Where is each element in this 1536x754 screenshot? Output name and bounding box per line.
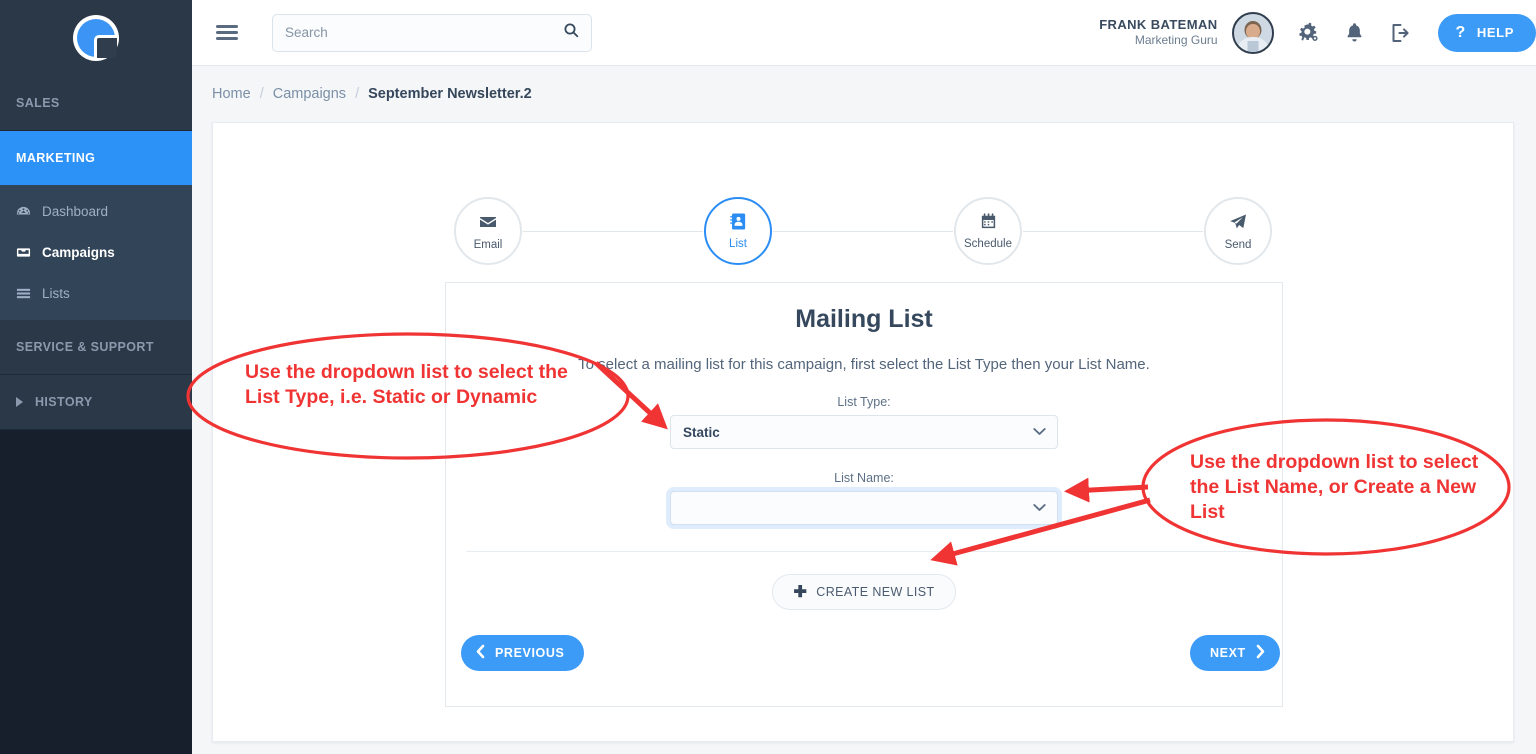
paper-plane-icon bbox=[1228, 212, 1248, 237]
list-name-select[interactable] bbox=[670, 491, 1058, 525]
wizard-stepper: Email List Schedule Send bbox=[213, 197, 1513, 265]
wizard-step-send-label: Send bbox=[1224, 238, 1252, 251]
hamburger-icon[interactable] bbox=[216, 22, 238, 44]
calendar-icon bbox=[979, 212, 998, 236]
wizard-step-send[interactable]: Send bbox=[1203, 197, 1273, 265]
sidebar-section-marketing[interactable]: MARKETING bbox=[0, 131, 192, 185]
sidebar-item-dashboard-label: Dashboard bbox=[42, 204, 109, 219]
sidebar-item-campaigns-label: Campaigns bbox=[42, 245, 115, 260]
sidebar-section-history[interactable]: HISTORY bbox=[0, 375, 192, 430]
list-name-field: List Name: bbox=[446, 471, 1282, 525]
user-role: Marketing Guru bbox=[1134, 33, 1218, 48]
wizard-connector bbox=[523, 231, 703, 232]
help-button-label: HELP bbox=[1476, 25, 1514, 40]
previous-button[interactable]: PREVIOUS bbox=[461, 635, 585, 671]
brand-logo[interactable] bbox=[0, 0, 192, 76]
sidebar-item-campaigns[interactable]: Campaigns bbox=[0, 232, 192, 273]
sidebar-section-service-support-label: SERVICE & SUPPORT bbox=[16, 340, 154, 354]
sidebar-section-history-label: HISTORY bbox=[35, 395, 93, 409]
next-button-label: NEXT bbox=[1210, 646, 1246, 660]
avatar[interactable] bbox=[1231, 11, 1274, 54]
question-mark-icon: ? bbox=[1455, 23, 1466, 41]
wizard-connector bbox=[773, 231, 953, 232]
create-new-list-label: CREATE NEW LIST bbox=[816, 585, 935, 599]
sidebar-section-sales-label: SALES bbox=[16, 96, 60, 110]
wizard-step-email[interactable]: Email bbox=[453, 197, 523, 265]
page-title: Mailing List bbox=[795, 305, 933, 333]
user-meta[interactable]: FRANK BATEMAN Marketing Guru bbox=[1099, 17, 1217, 48]
chevron-down-icon bbox=[1033, 425, 1046, 439]
wizard-step-list-label: List bbox=[729, 238, 747, 250]
create-new-list-button[interactable]: ✚ CREATE NEW LIST bbox=[772, 574, 956, 610]
sidebar-section-service-support[interactable]: SERVICE & SUPPORT bbox=[0, 320, 192, 375]
list-type-value: Static bbox=[683, 424, 720, 440]
chevron-right-icon bbox=[1255, 644, 1266, 662]
brand-logo-icon bbox=[73, 15, 119, 61]
breadcrumb-item-campaigns[interactable]: Campaigns bbox=[273, 86, 346, 102]
wizard-connector bbox=[1023, 231, 1203, 232]
settings-gears-icon[interactable] bbox=[1296, 20, 1321, 45]
search-input[interactable] bbox=[285, 25, 563, 40]
list-icon bbox=[16, 286, 42, 301]
envelope-icon bbox=[478, 212, 498, 237]
annotation-label-1: Use the dropdown list to select the List… bbox=[245, 361, 568, 408]
breadcrumb-separator: / bbox=[355, 86, 360, 102]
dashboard-icon bbox=[16, 204, 42, 219]
breadcrumb-separator: / bbox=[259, 86, 264, 102]
sidebar-section-marketing-label: MARKETING bbox=[16, 151, 96, 165]
sidebar-item-lists-label: Lists bbox=[42, 286, 70, 301]
search-box[interactable] bbox=[272, 13, 592, 52]
wizard-step-schedule-label: Schedule bbox=[964, 238, 1012, 250]
contact-card-icon bbox=[729, 212, 748, 236]
wizard-step-email-label: Email bbox=[473, 238, 503, 251]
panel-divider bbox=[466, 551, 1262, 552]
sidebar-section-sales[interactable]: SALES bbox=[0, 76, 192, 131]
search-icon[interactable] bbox=[563, 22, 579, 43]
wizard-step-schedule[interactable]: Schedule bbox=[953, 197, 1023, 265]
breadcrumb-item-home[interactable]: Home bbox=[212, 86, 251, 102]
sidebar-item-dashboard[interactable]: Dashboard bbox=[0, 191, 192, 232]
breadcrumb-item-current: September Newsletter.2 bbox=[368, 86, 532, 102]
list-type-select[interactable]: Static bbox=[670, 415, 1058, 449]
breadcrumb: Home / Campaigns / September Newsletter.… bbox=[192, 66, 1536, 122]
previous-button-label: PREVIOUS bbox=[495, 646, 565, 660]
list-name-label: List Name: bbox=[834, 471, 894, 485]
annotation-label-2: Use the dropdown list to select the List… bbox=[1190, 451, 1479, 523]
inbox-icon bbox=[16, 245, 42, 260]
wizard-step-list[interactable]: List bbox=[703, 197, 773, 265]
user-name: FRANK BATEMAN bbox=[1099, 16, 1218, 32]
plus-icon: ✚ bbox=[793, 584, 808, 601]
sidebar: SALES MARKETING Dashboard Campaigns List… bbox=[0, 0, 192, 754]
help-button[interactable]: ? HELP bbox=[1437, 13, 1536, 52]
sidebar-item-lists[interactable]: Lists bbox=[0, 273, 192, 314]
chevron-down-icon bbox=[1033, 501, 1046, 515]
topbar-right: FRANK BATEMAN Marketing Guru ? HELP bbox=[1099, 0, 1536, 65]
create-new-list-wrap: ✚ CREATE NEW LIST bbox=[446, 574, 1282, 610]
sidebar-marketing-submenu: Dashboard Campaigns Lists bbox=[0, 185, 192, 320]
campaign-card: Email List Schedule Send Mailing List To… bbox=[212, 122, 1514, 742]
logout-icon[interactable] bbox=[1388, 21, 1412, 45]
next-button[interactable]: NEXT bbox=[1190, 635, 1280, 671]
topbar: FRANK BATEMAN Marketing Guru bbox=[192, 0, 1536, 66]
caret-right-icon bbox=[16, 397, 23, 407]
notifications-bell-icon[interactable] bbox=[1343, 21, 1366, 44]
chevron-left-icon bbox=[475, 644, 486, 662]
